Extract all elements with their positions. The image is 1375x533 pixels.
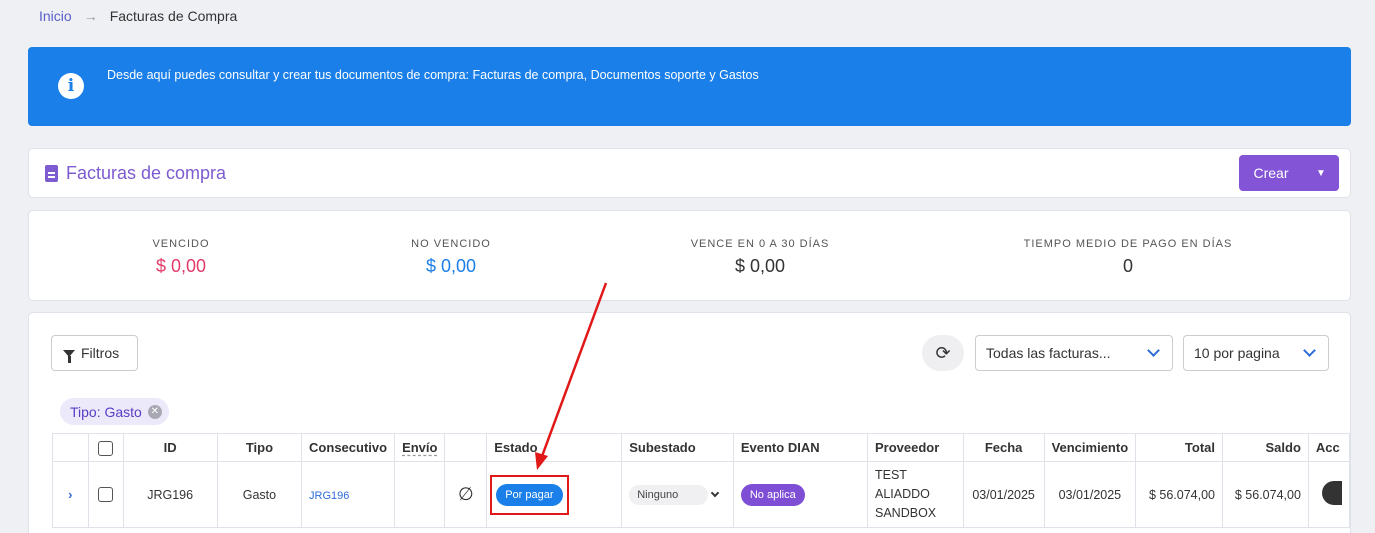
header-total[interactable]: Total [1135, 433, 1224, 462]
annotation-highlight-box: Por pagar [490, 474, 569, 515]
header-envio-label: Envío [402, 440, 438, 455]
cell-evento-dian: No aplica [732, 461, 869, 528]
info-alert: i Desde aquí puedes consultar y crear tu… [28, 47, 1351, 126]
stat-label: VENCE EN 0 A 30 DÍAS [690, 238, 830, 250]
create-button-label: Crear [1253, 165, 1289, 181]
invoices-table-card: Filtros ⟳ Todas las facturas... 10 por p… [28, 312, 1351, 533]
chevron-down-icon [1147, 344, 1160, 357]
stat-value: $ 0,00 [734, 256, 786, 276]
page-title: Facturas de compra [66, 163, 227, 183]
header-subestado[interactable]: Subestado [621, 433, 734, 462]
header-tipo[interactable]: Tipo [216, 433, 303, 462]
header-evento-dian[interactable]: Evento DIAN [732, 433, 869, 462]
info-icon: i [58, 73, 84, 99]
consecutivo-link[interactable]: JRG196 [309, 490, 349, 502]
cell-fecha: 03/01/2025 [962, 461, 1045, 528]
header-estado[interactable]: Estado [486, 433, 623, 462]
stat-label: NO VENCIDO [411, 238, 491, 250]
chevron-right-icon[interactable]: › [68, 487, 72, 502]
info-alert-message: Desde aquí puedes consultar y crear tus … [107, 68, 759, 82]
stat-vence-30: VENCE EN 0 A 30 DÍAS $ 0,00 [640, 238, 880, 277]
evento-dian-badge: No aplica [740, 483, 805, 506]
stat-tiempo-medio: TIEMPO MEDIO DE PAGO EN DÍAS 0 [1008, 238, 1248, 277]
subestado-value: Ninguno [637, 488, 679, 501]
breadcrumb: Inicio → Facturas de Compra [39, 8, 237, 24]
expand-cell: › [52, 461, 89, 528]
header-consecutivo[interactable]: Consecutivo [301, 433, 396, 462]
filters-button-label: Filtros [81, 345, 120, 361]
cell-proveedor: TEST ALIADDO SANDBOX [867, 461, 964, 528]
page-header-card: Facturas de compra Crear ▼ [28, 148, 1351, 198]
stat-vencido: VENCIDO $ 0,00 [61, 238, 301, 277]
per-page-value: 10 por pagina [1194, 345, 1280, 361]
filter-icon [63, 349, 75, 363]
stats-card: VENCIDO $ 0,00 NO VENCIDO $ 0,00 VENCE E… [28, 210, 1351, 301]
active-filter-chip: Tipo: Gasto ✕ [60, 398, 169, 425]
cell-subestado: Ninguno [621, 461, 734, 528]
invoice-type-value: Todas las facturas... [986, 345, 1111, 361]
empty-set-icon: ∅ [458, 484, 474, 504]
cell-saldo: $ 56.074,00 [1222, 461, 1309, 528]
chevron-down-icon [710, 488, 720, 497]
invoice-type-select[interactable]: Todas las facturas... [975, 335, 1173, 371]
filters-button[interactable]: Filtros [51, 335, 138, 371]
caret-down-icon[interactable]: ▼ [1303, 155, 1339, 191]
row-checkbox[interactable] [98, 487, 114, 503]
cell-symbol: ∅ [444, 461, 488, 528]
subestado-select[interactable]: Ninguno [629, 484, 720, 505]
cell-id: JRG196 [122, 461, 218, 528]
table-row: › JRG196 Gasto JRG196 ∅ Por pagar Ningun… [52, 461, 1350, 528]
cell-consecutivo: JRG196 [301, 461, 396, 528]
stat-label: VENCIDO [152, 238, 210, 250]
cell-total: $ 56.074,00 [1135, 461, 1224, 528]
create-button[interactable]: Crear ▼ [1239, 155, 1339, 191]
header-fecha[interactable]: Fecha [962, 433, 1045, 462]
header-symbol [444, 433, 488, 462]
select-all-checkbox[interactable] [98, 440, 114, 456]
stat-no-vencido: NO VENCIDO $ 0,00 [331, 238, 571, 277]
header-vencimiento[interactable]: Vencimiento [1043, 433, 1137, 462]
per-page-select[interactable]: 10 por pagina [1183, 335, 1329, 371]
header-acciones: Acc [1307, 433, 1350, 462]
refresh-button[interactable]: ⟳ [922, 335, 964, 371]
cell-vencimiento: 03/01/2025 [1043, 461, 1137, 528]
breadcrumb-home-link[interactable]: Inicio [39, 8, 72, 24]
stat-value: $ 0,00 [425, 256, 477, 276]
stat-value: 0 [1122, 256, 1133, 276]
header-saldo[interactable]: Saldo [1222, 433, 1309, 462]
header-expand [52, 433, 89, 462]
header-id[interactable]: ID [122, 433, 218, 462]
active-filter-label: Tipo: Gasto [70, 403, 142, 420]
stat-value: $ 0,00 [155, 256, 207, 276]
cell-acciones [1307, 461, 1350, 528]
cell-tipo: Gasto [216, 461, 303, 528]
chevron-down-icon [1303, 344, 1316, 357]
table-header-row: ID Tipo Consecutivo Envío Estado Subesta… [52, 433, 1350, 462]
breadcrumb-arrow-icon: → [83, 8, 98, 24]
header-proveedor[interactable]: Proveedor [867, 433, 964, 462]
select-cell [87, 461, 124, 528]
header-envio[interactable]: Envío [394, 433, 446, 462]
estado-badge: Por pagar [496, 483, 563, 506]
cell-estado: Por pagar [486, 461, 623, 528]
remove-filter-icon[interactable]: ✕ [147, 404, 162, 419]
actions-button[interactable] [1321, 481, 1342, 505]
cell-envio [394, 461, 446, 528]
stat-label: TIEMPO MEDIO DE PAGO EN DÍAS [1023, 238, 1233, 250]
breadcrumb-current: Facturas de Compra [109, 8, 238, 24]
header-select-all [87, 433, 124, 462]
document-icon [45, 165, 58, 182]
invoices-table: ID Tipo Consecutivo Envío Estado Subesta… [52, 433, 1350, 528]
refresh-icon: ⟳ [935, 342, 951, 363]
